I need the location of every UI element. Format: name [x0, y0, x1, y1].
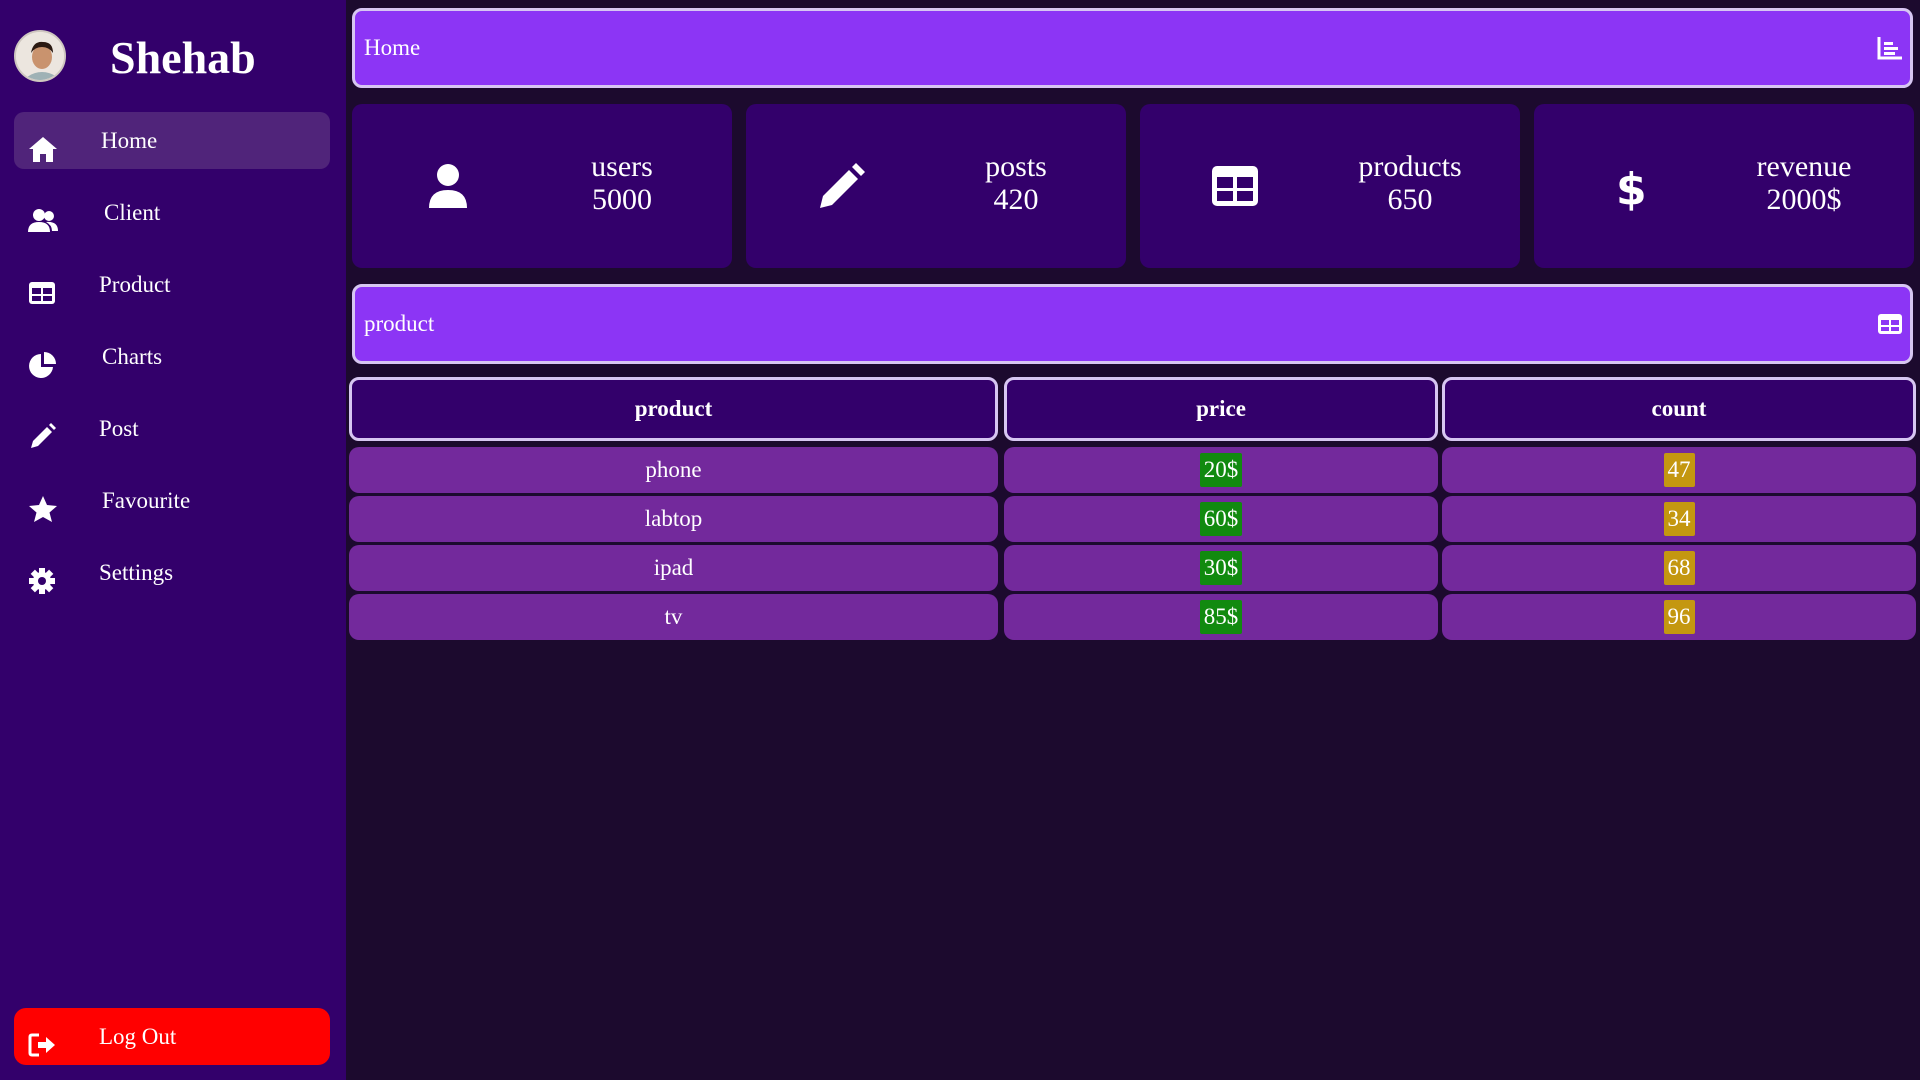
- sidebar-item-label: Post: [99, 416, 139, 441]
- price-badge: 85$: [1199, 600, 1243, 634]
- sidebar-item-home[interactable]: Home: [14, 112, 330, 169]
- sidebar-nav: Home Client Product Charts Post Favourit…: [14, 112, 330, 616]
- stat-label: revenue: [1756, 150, 1852, 183]
- brand: Shehab: [14, 30, 334, 83]
- sidebar-item-post[interactable]: Post: [14, 400, 330, 457]
- count-cell: 68: [1442, 545, 1916, 591]
- count-badge: 68: [1663, 551, 1695, 585]
- table-header-row: product price count: [349, 377, 1916, 441]
- price-badge: 60$: [1199, 502, 1243, 536]
- sidebar-item-label: Client: [104, 200, 161, 225]
- count-badge: 96: [1663, 600, 1695, 634]
- price-cell: 30$: [1004, 545, 1438, 591]
- price-cell: 20$: [1004, 447, 1438, 493]
- table-row[interactable]: ipad 30$ 68: [349, 545, 1916, 591]
- chart-bar-icon: [1876, 34, 1904, 62]
- stats-row: users 5000 posts 420 products 650 $ reve…: [352, 104, 1914, 268]
- svg-text:$: $: [1616, 164, 1647, 212]
- stat-label: posts: [985, 150, 1047, 183]
- sidebar-item-label: Settings: [99, 560, 174, 585]
- count-cell: 47: [1442, 447, 1916, 493]
- gear-icon: [28, 559, 58, 594]
- logout-button[interactable]: Log Out: [14, 1008, 330, 1065]
- home-header: Home: [352, 8, 1913, 88]
- sidebar-item-client[interactable]: Client: [14, 184, 330, 241]
- stat-card-posts: posts 420: [746, 104, 1126, 268]
- pencil-icon: [28, 415, 58, 448]
- sidebar-item-label: Charts: [102, 344, 163, 369]
- stat-label: users: [591, 150, 653, 183]
- sidebar-item-favourite[interactable]: Favourite: [14, 472, 330, 529]
- pencil-icon: [816, 160, 868, 212]
- sidebar-item-label: Product: [99, 272, 171, 297]
- product-header: product: [352, 284, 1913, 364]
- sidebar-item-product[interactable]: Product: [14, 256, 330, 313]
- price-badge: 20$: [1199, 453, 1243, 487]
- sidebar-item-label: Favourite: [102, 488, 191, 513]
- price-cell: 85$: [1004, 594, 1438, 640]
- table-row[interactable]: tv 85$ 96: [349, 594, 1916, 640]
- count-badge: 47: [1663, 453, 1695, 487]
- product-name-cell: ipad: [349, 545, 998, 591]
- column-header-price[interactable]: price: [1004, 377, 1438, 441]
- price-badge: 30$: [1199, 551, 1243, 585]
- product-name-cell: tv: [349, 594, 998, 640]
- product-table: product price count phone 20$ 47 labtop …: [349, 377, 1916, 643]
- page-title: Home: [364, 35, 421, 60]
- logout-label: Log Out: [99, 1024, 177, 1049]
- count-badge: 34: [1663, 502, 1695, 536]
- table-row[interactable]: phone 20$ 47: [349, 447, 1916, 493]
- section-title: product: [364, 311, 435, 336]
- count-cell: 96: [1442, 594, 1916, 640]
- stat-value: 650: [1387, 183, 1433, 216]
- pie-chart-icon: [28, 343, 58, 378]
- sidebar-item-label: Home: [101, 128, 158, 153]
- product-name-cell: labtop: [349, 496, 998, 542]
- star-icon: [28, 487, 58, 522]
- home-icon: [28, 127, 58, 162]
- sidebar-item-settings[interactable]: Settings: [14, 544, 330, 601]
- users-icon: [28, 199, 58, 232]
- user-icon: [422, 160, 474, 212]
- stat-card-products: products 650: [1140, 104, 1520, 268]
- price-cell: 60$: [1004, 496, 1438, 542]
- stat-value: 5000: [592, 183, 652, 216]
- avatar[interactable]: [14, 30, 66, 82]
- product-name-cell: phone: [349, 447, 998, 493]
- table-icon: [1210, 160, 1262, 212]
- column-header-product[interactable]: product: [349, 377, 998, 441]
- column-header-count[interactable]: count: [1442, 377, 1916, 441]
- dollar-icon: $: [1604, 160, 1656, 215]
- table-icon: [28, 271, 58, 304]
- stat-label: products: [1358, 150, 1462, 183]
- count-cell: 34: [1442, 496, 1916, 542]
- brand-name: Shehab: [110, 32, 256, 83]
- stat-value: 420: [993, 183, 1039, 216]
- table-row[interactable]: labtop 60$ 34: [349, 496, 1916, 542]
- stat-card-users: users 5000: [352, 104, 732, 268]
- table-icon: [1876, 310, 1904, 338]
- logout-icon: [28, 1023, 58, 1057]
- sidebar-item-charts[interactable]: Charts: [14, 328, 330, 385]
- sidebar: Shehab Home Client Product Charts Post F…: [0, 0, 346, 1080]
- stat-card-revenue: $ revenue 2000$: [1534, 104, 1914, 268]
- stat-value: 2000$: [1766, 183, 1842, 216]
